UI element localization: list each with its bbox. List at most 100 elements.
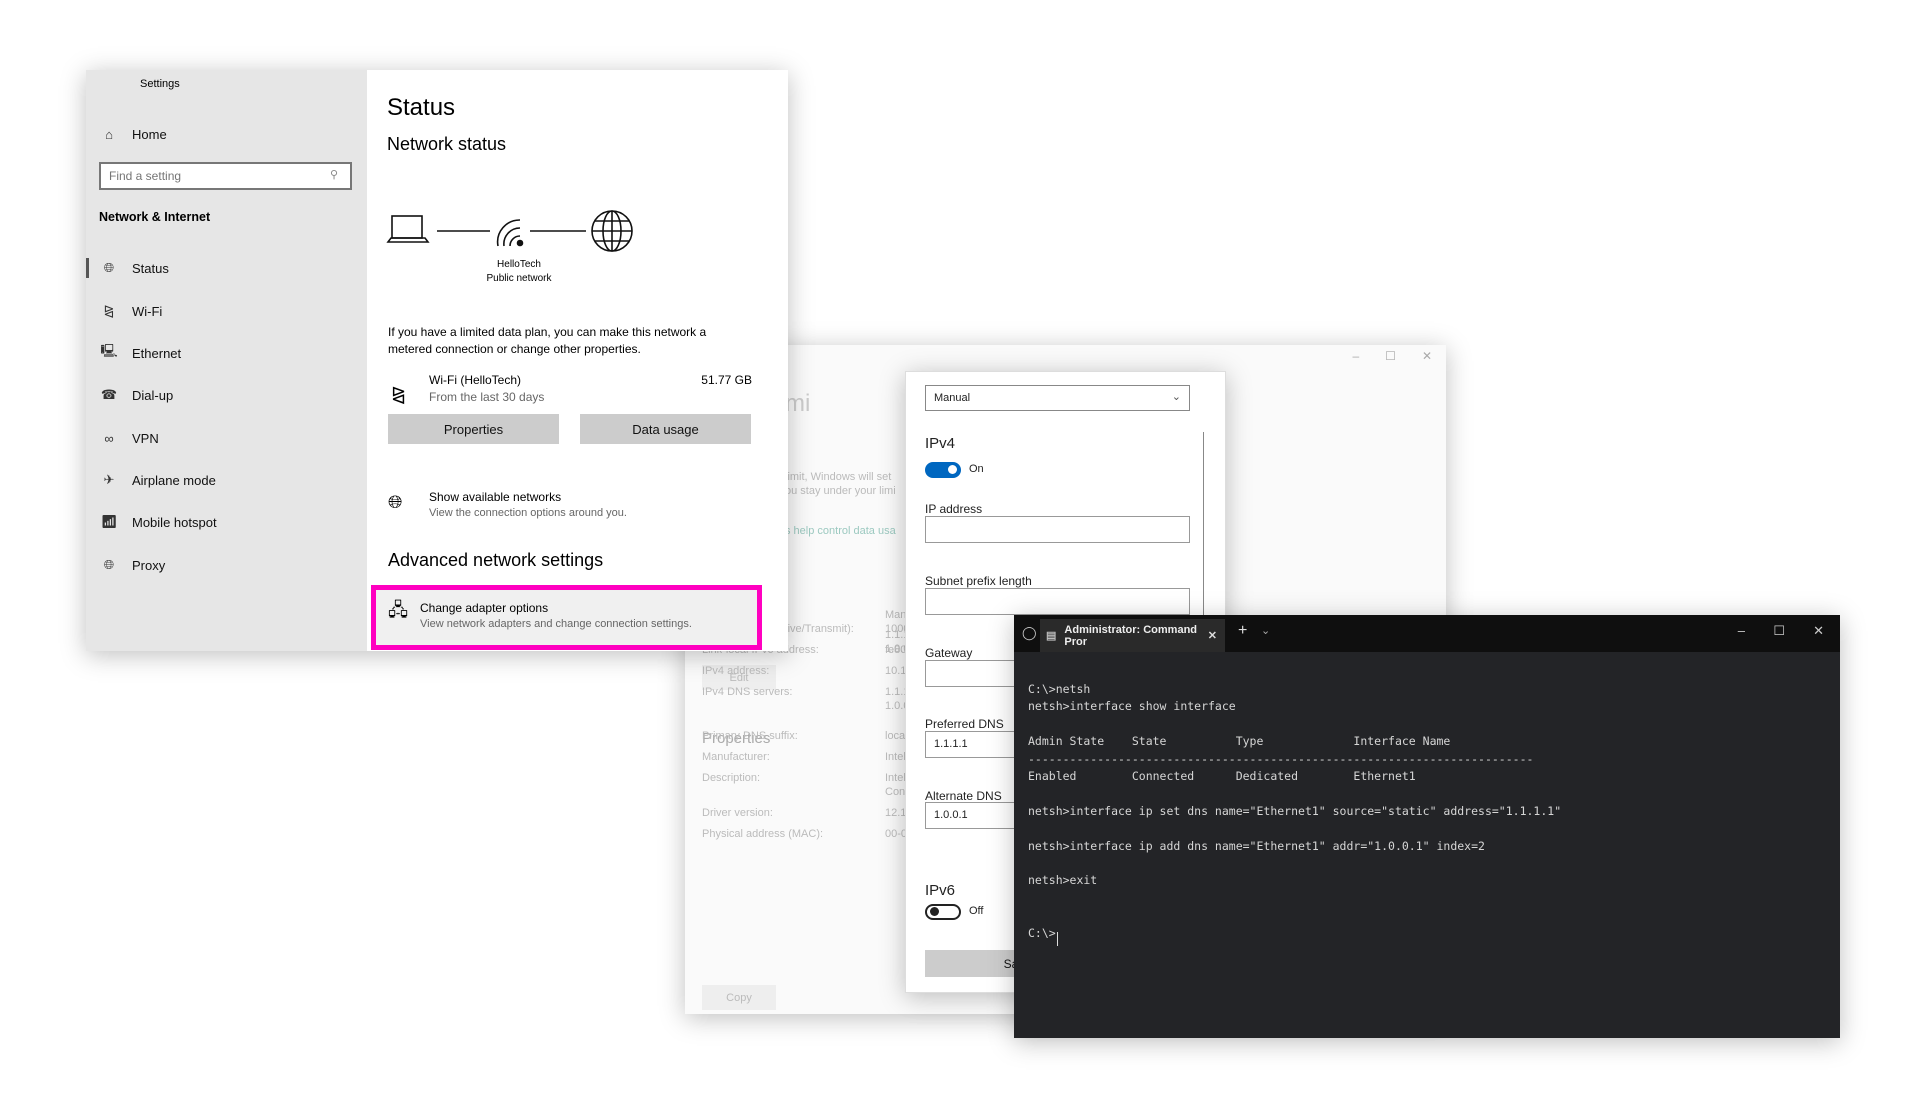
terminal-line: Admin State State Type Interface Name [1028,734,1451,749]
new-tab-icon[interactable]: + [1238,622,1247,640]
terminal-line: C:\>netsh [1028,682,1091,696]
data-usage-button[interactable]: Data usage [580,414,751,444]
ipv4-heading: IPv4 [925,435,956,452]
advanced-heading: Advanced network settings [388,550,604,570]
network-title-fragment: mi [785,390,811,417]
properties-button[interactable]: Properties [388,414,559,444]
ipv6-state: Off [969,905,984,917]
sidebar-item-mobile-hotspot[interactable]: 📶︎ Mobile hotspot [86,504,367,540]
network-name: HelloTech [497,259,541,270]
cursor [1057,932,1058,946]
vpn-icon: ∞ [104,430,114,446]
sidebar-item-wi-fi[interactable]: ⧎ Wi-Fi [86,293,367,329]
terminal-line: netsh>exit [1028,873,1098,888]
copy-button[interactable]: Copy [702,985,776,1010]
sidebar: Settings ⌂ Home ⚲ Network & Internet 🌐︎ St… [86,70,367,651]
terminal-tab[interactable]: ▤ Administrator: Command Pror ✕ [1040,619,1225,652]
airplane-icon: ✈︎ [103,472,115,487]
window-title: Settings [140,78,180,90]
property-value: Intel [885,772,906,784]
globe-icon: 🌐︎ [388,492,403,512]
property-value: 00-0 [885,828,908,840]
gateway-label: Gateway [925,646,973,660]
minimize-icon[interactable]: – [1352,349,1359,363]
ip-mode-dropdown[interactable]: Manual ⌄ [925,385,1190,411]
maximize-icon[interactable]: ☐ [1385,349,1396,363]
property-label: Description: [702,772,761,784]
window-controls: – ☐ ✕ [1352,349,1432,363]
maximize-icon[interactable]: ☐ [1773,623,1785,639]
dialup-icon: ☎︎ [100,387,118,402]
property-label: IPv4 address: [702,665,770,677]
terminal-icon: ▤ [1046,630,1057,642]
wifi-usage: 51.77 GB [701,373,752,387]
network-status-heading: Network status [387,134,507,154]
sidebar-item-label: Proxy [132,557,166,573]
metered-text: If you have a limited data plan, you can… [388,325,707,339]
ipv4-state: On [969,463,984,475]
page-title: Status [387,94,456,121]
laptop-icon [386,215,430,243]
adapter-sub: View network adapters and change connect… [420,618,692,630]
close-tab-icon[interactable]: ✕ [1208,629,1217,642]
ipv6-toggle[interactable] [925,904,961,920]
sidebar-item-dial-up[interactable]: ☎︎ Dial-up [86,377,367,413]
chevron-down-icon: ⌄ [1171,391,1181,403]
ip-address-label: IP address [925,502,983,516]
property-label: IPv4 DNS servers: [702,686,793,698]
limit-text: limit, Windows will set [785,471,892,483]
subnet-input[interactable] [925,588,1190,615]
property-value: Intel [885,751,906,763]
terminal-line: Enabled Connected Dedicated Ethernet1 [1028,769,1416,783]
metered-text: metered connection or change other prope… [388,342,641,356]
wifi-icon [496,219,524,247]
show-networks-label: Show available networks [429,490,562,504]
ip-mode-value: Manual [934,392,971,404]
close-icon[interactable]: ✕ [1813,623,1824,639]
home-icon: ⌂ [105,126,113,142]
wifi-period: From the last 30 days [429,390,545,404]
ipv6-heading: IPv6 [925,882,956,899]
close-icon[interactable]: ✕ [1422,349,1432,363]
property-label: Driver version: [702,807,773,819]
data-usage-link[interactable]: s help control data usa [785,525,896,537]
sidebar-item-ethernet[interactable]: 🖳︎ Ethernet [86,335,367,371]
home-label: Home [132,126,167,142]
ipv4-toggle[interactable] [925,462,961,478]
sidebar-item-airplane-mode[interactable]: ✈︎ Airplane mode [86,462,367,498]
property-label: Physical address (MAC): [702,828,824,840]
hotspot-icon: 📶︎ [100,514,118,529]
terminal-line: netsh>interface ip set dns name="Etherne… [1028,803,1562,818]
sidebar-item-proxy[interactable]: 🌐︎ Proxy [86,547,367,583]
ethernet-icon: 🖳︎ [100,343,118,358]
sidebar-item-label: Wi-Fi [132,303,163,319]
network-diagram [386,210,633,252]
terminal-line: netsh>interface show interface [1028,699,1236,714]
search-input[interactable] [99,162,352,190]
sidebar-item-label: Airplane mode [132,472,216,488]
sidebar-home[interactable]: ⌂ Home [86,116,367,152]
show-networks-link[interactable]: 🌐︎ Show available networks View the conn… [386,490,736,526]
globe-icon: 🌐︎ [103,260,115,275]
sidebar-item-label: VPN [132,430,159,446]
subnet-label: Subnet prefix length [925,574,1032,588]
terminal-line: ----------------------------------------… [1028,751,1534,766]
sidebar-item-label: Status [132,260,169,276]
sidebar-item-label: Dial-up [132,387,174,403]
terminal-line: C:\> [1028,925,1056,940]
scrollbar[interactable] [1203,432,1204,622]
ip-address-input[interactable] [925,516,1190,543]
sidebar-item-label: Mobile hotspot [132,514,217,530]
tab-title: Administrator: Command Pror [1064,623,1198,648]
shield-icon: ◯ [1022,625,1037,640]
sidebar-item-status[interactable]: 🌐︎ Status [86,250,367,286]
minimize-icon[interactable]: – [1738,623,1745,638]
sidebar-item-vpn[interactable]: ∞ VPN [86,420,367,456]
network-adapter-icon: 🖧︎ [388,600,409,620]
chevron-down-icon[interactable]: ⌄ [1261,624,1270,637]
change-adapter-options-link[interactable]: 🖧︎ Change adapter options View network a… [371,585,762,650]
limit-text: ou stay under your limi [785,485,896,497]
settings-window: Settings ⌂ Home ⚲ Network & Internet 🌐︎ St… [86,70,788,651]
wifi-name: Wi-Fi (HelloTech) [429,373,522,387]
adapter-label: Change adapter options [420,601,549,615]
